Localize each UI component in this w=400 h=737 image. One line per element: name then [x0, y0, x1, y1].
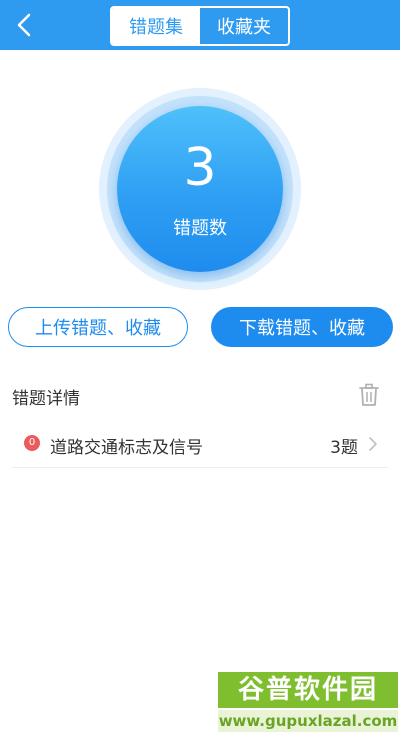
top-bar: 错题集 收藏夹	[0, 0, 400, 50]
wrong-count-panel: 3 错题数	[0, 50, 400, 300]
question-count: 3题	[330, 438, 358, 458]
trash-icon	[359, 383, 379, 406]
tab-favorites[interactable]: 收藏夹	[200, 8, 288, 44]
chevron-right-icon	[369, 437, 377, 451]
delete-button[interactable]	[358, 383, 380, 407]
back-button[interactable]	[10, 9, 38, 41]
wrong-count-label: 错题数	[173, 218, 227, 239]
watermark-url: www.gupuxlazal.com	[218, 710, 398, 732]
watermark-brand: 谷普软件园	[218, 672, 398, 708]
download-button[interactable]: 下载错题、收藏	[211, 307, 393, 347]
wrong-count-value: 3	[183, 138, 217, 198]
list-item[interactable]: 0 道路交通标志及信号 3题	[12, 422, 388, 468]
category-title: 道路交通标志及信号	[50, 438, 203, 458]
section-title: 错题详情	[12, 389, 80, 409]
upload-button[interactable]: 上传错题、收藏	[8, 307, 188, 347]
segmented-tabs: 错题集 收藏夹	[110, 6, 290, 46]
tab-wrong-questions[interactable]: 错题集	[112, 8, 200, 44]
watermark: 谷普软件园 www.gupuxlazal.com	[218, 672, 398, 734]
chevron-left-icon	[17, 13, 31, 37]
count-badge: 0	[24, 435, 40, 451]
